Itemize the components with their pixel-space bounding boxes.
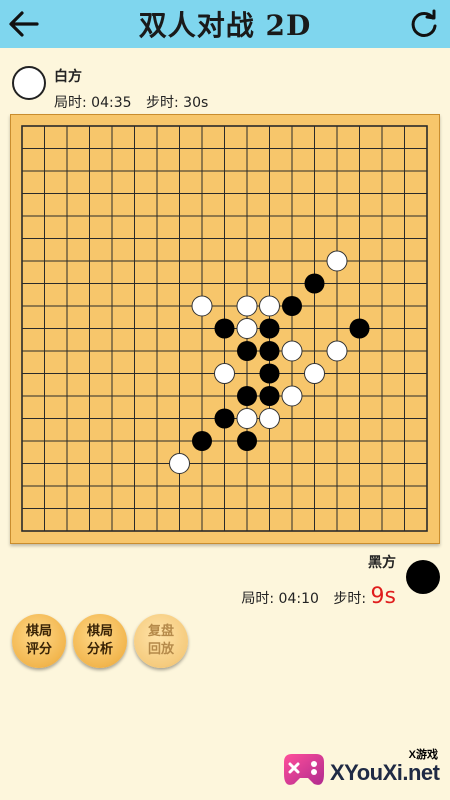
game-board[interactable] bbox=[10, 114, 440, 544]
white-stone-icon bbox=[12, 66, 46, 100]
tool-label-line1: 复盘 bbox=[147, 624, 174, 639]
black-stone bbox=[237, 431, 257, 451]
white-player-name: 白方 bbox=[54, 69, 82, 85]
black-player-stats: 局时: 04:10 步时: 9s bbox=[241, 584, 396, 609]
black-stone-icon bbox=[406, 560, 440, 594]
black-stone bbox=[259, 341, 280, 361]
gamepad-logo-icon bbox=[284, 754, 324, 785]
back-button[interactable] bbox=[4, 4, 44, 44]
black-game-time: 04:10 bbox=[278, 591, 319, 607]
tool-label-line1: 棋局 bbox=[86, 624, 113, 639]
white-stone bbox=[326, 340, 348, 362]
white-player-panel: 白方 局时: 04:35 步时: 30s bbox=[12, 64, 312, 114]
back-arrow-icon bbox=[9, 11, 39, 37]
black-step-time: 9s bbox=[370, 584, 396, 609]
replay-game-button[interactable]: 复盘 回放 bbox=[134, 614, 188, 668]
analyze-game-button[interactable]: 棋局 分析 bbox=[73, 614, 127, 668]
black-stone bbox=[192, 431, 212, 451]
white-game-time: 04:35 bbox=[91, 95, 132, 111]
black-step-time-label: 步时: bbox=[333, 591, 367, 607]
black-game-time-label: 局时: bbox=[241, 591, 275, 607]
tool-label-line2: 回放 bbox=[147, 642, 174, 657]
score-game-button[interactable]: 棋局 评分 bbox=[12, 614, 66, 668]
black-player-name: 黑方 bbox=[368, 555, 396, 571]
black-stone bbox=[259, 363, 280, 384]
black-stone bbox=[304, 273, 325, 294]
tool-label-line2: 评分 bbox=[25, 642, 52, 657]
white-stone bbox=[169, 453, 190, 474]
restart-button[interactable] bbox=[404, 4, 444, 44]
white-stone bbox=[191, 295, 213, 317]
white-step-time: 30s bbox=[183, 95, 209, 111]
white-stone bbox=[304, 363, 325, 384]
black-stone bbox=[282, 296, 302, 316]
white-stone bbox=[236, 295, 258, 317]
white-stone bbox=[259, 295, 280, 317]
black-stone bbox=[214, 408, 235, 429]
white-step-time-label: 步时: bbox=[145, 95, 179, 111]
black-stone bbox=[259, 318, 280, 339]
board-grid[interactable] bbox=[10, 114, 440, 544]
white-player-stats: 局时: 04:35 步时: 30s bbox=[54, 92, 208, 112]
black-stone bbox=[237, 386, 257, 406]
watermark-text: XYouXi.net bbox=[330, 760, 440, 785]
white-stone bbox=[281, 340, 303, 362]
white-stone bbox=[259, 408, 280, 429]
refresh-icon bbox=[411, 9, 437, 37]
white-stone bbox=[236, 318, 258, 339]
white-stone bbox=[281, 385, 303, 407]
black-stone bbox=[237, 341, 257, 361]
black-player-panel: 黑方 局时: 04:10 步时: 9s bbox=[140, 546, 440, 616]
tool-label-line2: 分析 bbox=[86, 642, 113, 657]
site-watermark: X游戏 XYouXi.net bbox=[272, 740, 450, 800]
white-stone bbox=[214, 363, 235, 384]
black-stone bbox=[259, 386, 280, 406]
header-bar: 双人对战 2D bbox=[0, 0, 450, 48]
black-stone bbox=[349, 318, 370, 339]
white-game-time-label: 局时: bbox=[54, 95, 87, 111]
white-stone bbox=[326, 250, 348, 272]
black-stone bbox=[214, 318, 235, 339]
tool-label-line1: 棋局 bbox=[25, 624, 52, 639]
page-title: 双人对战 2D bbox=[138, 9, 312, 42]
white-stone bbox=[236, 408, 258, 429]
